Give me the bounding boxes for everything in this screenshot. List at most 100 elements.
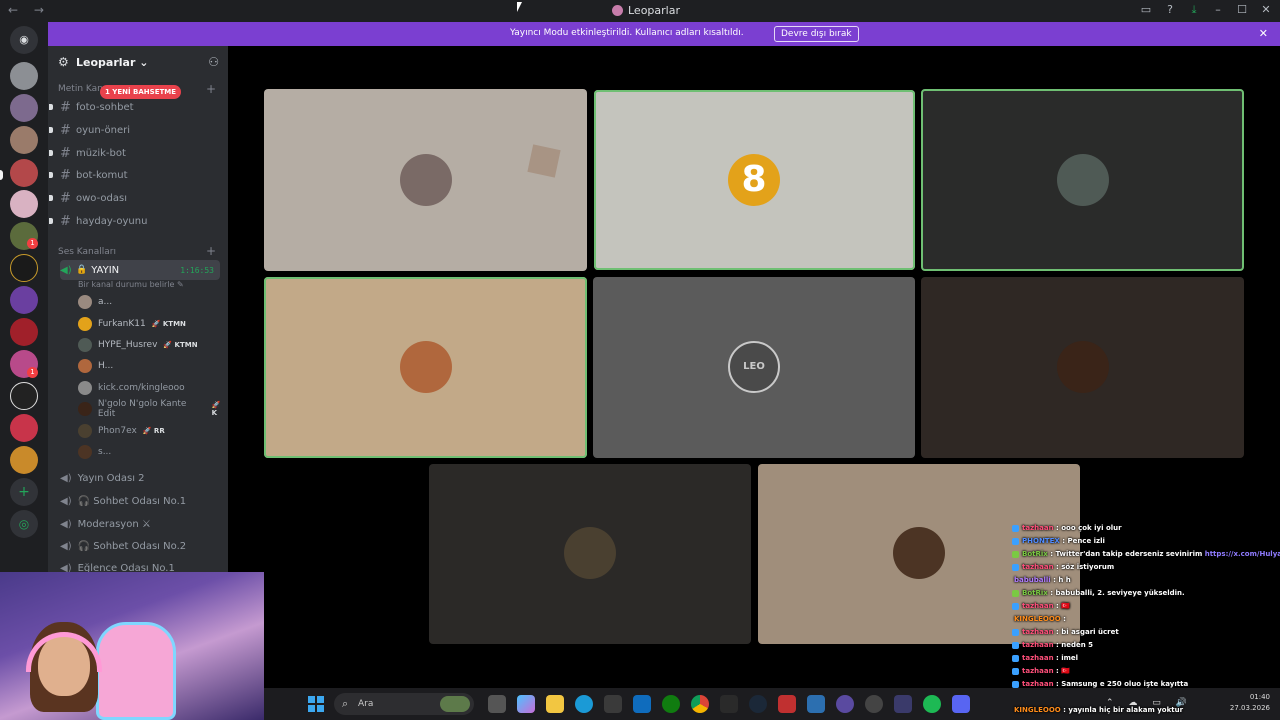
voice-user[interactable]: a... [78,292,112,312]
nav-arrows[interactable]: ← → [8,3,50,17]
window-title: Leoparlar [612,4,680,17]
close-button[interactable]: ✕ [1260,3,1272,17]
spotify-icon[interactable] [923,695,941,713]
search-placeholder: Ara [358,699,374,709]
app-obs-red-icon[interactable] [865,695,883,713]
participant-tile-4[interactable] [264,277,587,458]
add-server-icon[interactable]: + [10,478,38,506]
channel-muzik-bot[interactable]: # müzik-bot [49,143,220,163]
discover-icon[interactable]: ◎ [10,510,38,538]
badge-icon [1012,628,1019,636]
server-icon-8[interactable] [10,286,38,314]
server-icon-5[interactable] [10,190,38,218]
chat-message: tazhaan : Samsung e 250 oluo işte kayıtt… [1012,680,1188,688]
disable-streamer-mode-button[interactable]: Devre dışı bırak [774,26,859,42]
channel-foto-sohbet[interactable]: # foto-sohbet [49,97,220,117]
chat-user: tazhaan [1022,654,1054,662]
banner-close-icon[interactable]: ✕ [1259,27,1268,40]
voice-channel-yayin-odasi-2[interactable]: ◀) Yayın Odası 2 [60,473,145,484]
chat-user: tazhaan [1022,628,1054,636]
server-icon-3[interactable] [10,126,38,154]
obs-icon[interactable] [836,695,854,713]
voice-category-label[interactable]: Ses Kanalları [58,247,116,257]
inbox-icon[interactable]: ▭ [1140,3,1152,17]
participant-tile-5[interactable]: LEO [593,277,915,458]
task-view-icon[interactable] [488,695,506,713]
voice-user[interactable]: N'golo N'golo Kante Edit 🚀 K [78,399,228,419]
participant-tile-2[interactable]: 8 [594,90,915,270]
add-voice-channel-icon[interactable]: + [206,244,216,258]
voice-user[interactable]: Phon7ex 🚀 RR [78,421,165,441]
outlook-icon[interactable] [633,695,651,713]
channel-oyun-oneri[interactable]: # oyun-öneri [49,120,220,140]
file-explorer-icon[interactable] [546,695,564,713]
participant-tile-3[interactable] [921,89,1244,271]
channel-hayday-oyunu[interactable]: # hayday-oyunu [49,211,220,231]
voice-channel-label: Moderasyon ⚔ [77,519,151,530]
xbox-icon[interactable] [662,695,680,713]
home-icon[interactable]: ◉ [10,26,38,54]
server-icon-13[interactable] [10,446,38,474]
user-tag: 🚀 KTMN [163,341,198,349]
banner-message: Yayıncı Modu etkinleştirildi. Kullanıcı … [510,28,744,38]
copilot-icon[interactable] [517,695,535,713]
chat-user: KINGLEOOO [1014,615,1061,623]
channel-owo-odasi[interactable]: # owo-odası [49,188,220,208]
participant-avatar [1057,341,1109,393]
streamer-mode-banner: Yayıncı Modu etkinleştirildi. Kullanıcı … [48,22,1280,46]
voice-channel-eglence-1[interactable]: ◀) Eğlence Odası No.1 [60,563,175,572]
participant-tile-7[interactable] [429,464,751,644]
discord-taskbar-icon[interactable] [952,695,970,713]
download-icon[interactable]: ⤓ [1188,3,1200,17]
chrome-icon[interactable] [691,695,709,713]
voice-channel-moderasyon[interactable]: ◀) Moderasyon ⚔ [60,519,151,530]
add-text-channel-icon[interactable]: + [206,82,216,96]
store-icon[interactable] [604,695,622,713]
channel-status-hint[interactable]: Bir kanal durumu belirle ✎ [78,280,184,289]
maximize-button[interactable]: ☐ [1236,3,1248,17]
help-icon[interactable]: ? [1164,3,1176,17]
voice-user[interactable]: H... [78,356,113,376]
badge-icon [1012,537,1019,545]
chat-user: tazhaan [1022,667,1054,675]
server-icon-1[interactable] [10,62,38,90]
voice-channel-sohbet-2[interactable]: ◀) 🎧 Sohbet Odası No.2 [60,541,186,552]
avatar [78,359,92,373]
chat-user: BotRix [1022,550,1048,558]
voice-user[interactable]: s... [78,442,111,462]
epic-games-icon[interactable] [720,695,738,713]
hash-icon: # [60,213,71,229]
hash-icon: # [60,122,71,138]
text-category-label[interactable]: Metin Kan [58,84,103,94]
voice-user[interactable]: HYPE_Husrev 🚀 KTMN [78,335,198,355]
app-controller-icon[interactable] [894,695,912,713]
chat-link[interactable]: https://x.com/Hulya_yarar [1205,550,1280,558]
voice-user[interactable]: kick.com/kingleooo [78,378,185,398]
participant-tile-1[interactable] [264,89,587,271]
chat-user: tazhaan [1022,680,1054,688]
invite-icon[interactable]: ⚇ [208,55,219,69]
badge-icon [1012,667,1019,675]
app-red-icon[interactable] [778,695,796,713]
channel-bot-komut[interactable]: # bot-komut [49,165,220,185]
server-icon-4[interactable] [10,159,38,187]
windows-start-icon[interactable] [308,696,324,712]
server-icon-7[interactable] [10,254,38,282]
server-header[interactable]: ⚙ Leoparlar ⌄ ⚇ [48,46,228,78]
participant-tile-6[interactable] [921,277,1244,458]
unread-dot [49,127,53,133]
minimize-button[interactable]: – [1212,3,1224,17]
speaker-icon: ◀) [60,541,72,552]
voice-channel-sohbet-1[interactable]: ◀) 🎧 Sohbet Odası No.1 [60,496,186,507]
server-icon-12[interactable] [10,414,38,442]
avatar [78,295,92,309]
server-icon-9[interactable] [10,318,38,346]
taskbar-search[interactable]: ⌕ Ara [334,693,474,715]
server-icon-11[interactable] [10,382,38,410]
app-fish-icon[interactable] [807,695,825,713]
edge-icon[interactable] [575,695,593,713]
voice-user[interactable]: FurkanK11 🚀 KTMN [78,314,186,334]
server-icon-2[interactable] [10,94,38,122]
steam-icon[interactable] [749,695,767,713]
voice-channel-yayin[interactable]: ◀) 🔒 YAYIN 1:16:53 [60,260,220,280]
